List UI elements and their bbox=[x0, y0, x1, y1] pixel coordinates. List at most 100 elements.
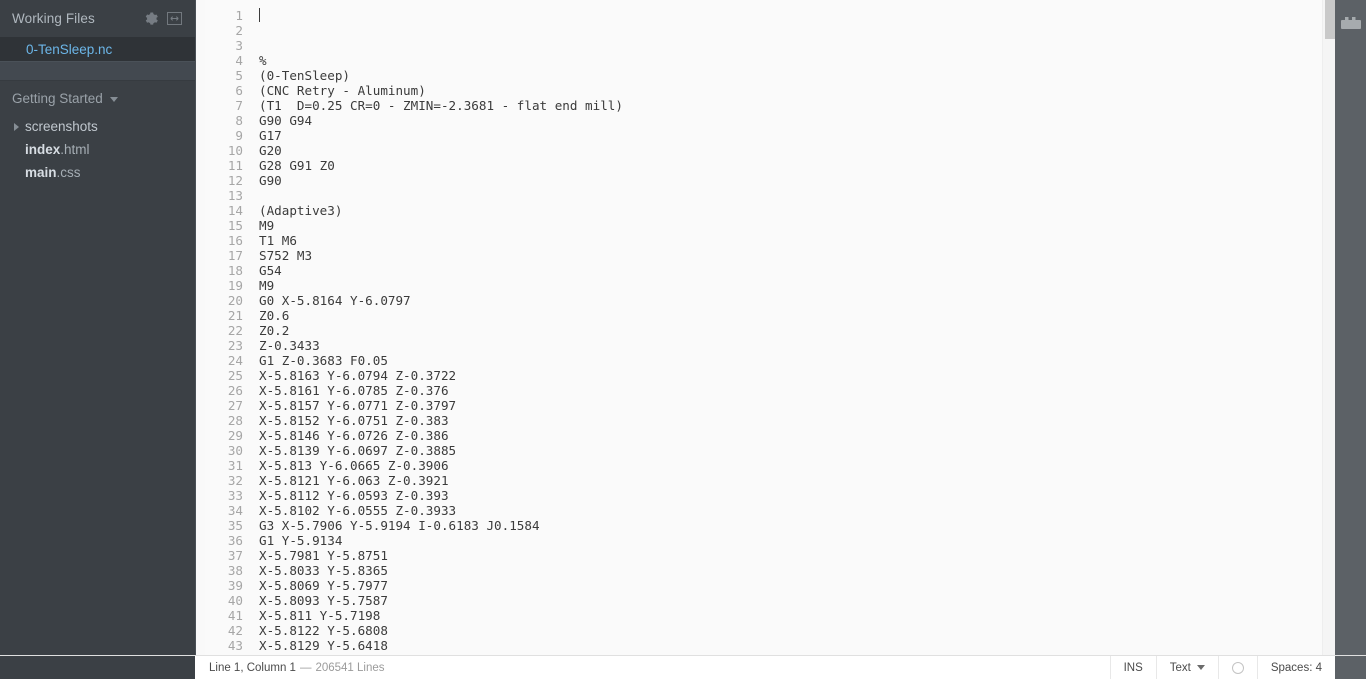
line-number: 11 bbox=[227, 158, 243, 173]
line-number: 27 bbox=[227, 398, 243, 413]
atom-editor-window: Working Files 0-TenSleep.nc Getting Star… bbox=[0, 0, 1366, 679]
code-line[interactable]: Z-0.3433 bbox=[259, 338, 1335, 353]
line-number: 6 bbox=[235, 83, 243, 98]
code-line[interactable]: G54 bbox=[259, 263, 1335, 278]
code-line[interactable]: X-5.8069 Y-5.7977 bbox=[259, 578, 1335, 593]
line-number: 2 bbox=[235, 23, 243, 38]
code-line[interactable]: G17 bbox=[259, 128, 1335, 143]
tree-item-directory-screenshots[interactable]: screenshots bbox=[0, 115, 195, 138]
code-line[interactable]: G1 Z-0.3683 F0.05 bbox=[259, 353, 1335, 368]
code-line[interactable]: G28 G91 Z0 bbox=[259, 158, 1335, 173]
code-line[interactable]: Z0.6 bbox=[259, 308, 1335, 323]
code-line[interactable]: Z0.2 bbox=[259, 323, 1335, 338]
code-line[interactable]: X-5.8093 Y-5.7587 bbox=[259, 593, 1335, 608]
code-content[interactable]: % (0-TenSleep) (CNC Retry - Aluminum) (T1 D… bbox=[253, 0, 1335, 655]
editor-scroll-area[interactable]: 1 2 3 4 5 6 7 8 9 10 11 12 13 14 15 16 17 18 19 20 21 22 23 24 2… bbox=[205, 0, 1335, 655]
tree-item-file-index-html[interactable]: index .html bbox=[0, 138, 195, 161]
line-number: 42 bbox=[227, 623, 243, 638]
line-number: 8 bbox=[235, 113, 243, 128]
line-number: 15 bbox=[227, 218, 243, 233]
line-number: 30 bbox=[227, 443, 243, 458]
code-line[interactable]: X-5.8112 Y-6.0593 Z-0.393 bbox=[259, 488, 1335, 503]
github-status-toggle[interactable] bbox=[1217, 656, 1257, 679]
main-body: Working Files 0-TenSleep.nc Getting Star… bbox=[0, 0, 1366, 655]
code-line[interactable]: G0 X-5.8164 Y-6.0797 bbox=[259, 293, 1335, 308]
line-number: 20 bbox=[227, 293, 243, 308]
code-line[interactable]: (T1 D=0.25 CR=0 - ZMIN=-2.3681 - flat en… bbox=[259, 98, 1335, 113]
status-separator: — bbox=[299, 661, 312, 674]
status-bar-left: Line 1, Column 1 — 206541 Lines bbox=[195, 656, 1110, 679]
code-line[interactable] bbox=[259, 188, 1335, 203]
editor-vertical-scrollbar[interactable] bbox=[1322, 0, 1335, 655]
code-line[interactable]: M9 bbox=[259, 278, 1335, 293]
working-file-item[interactable]: 0-TenSleep.nc bbox=[0, 37, 195, 61]
code-line[interactable]: G90 G94 bbox=[259, 113, 1335, 128]
grammar-selector[interactable]: Text bbox=[1155, 656, 1218, 679]
chevron-right-icon bbox=[14, 122, 19, 131]
status-bar-dock-pad bbox=[1335, 656, 1366, 679]
code-line[interactable]: X-5.8129 Y-5.6418 bbox=[259, 638, 1335, 653]
project-root-header[interactable]: Getting Started bbox=[0, 81, 195, 111]
chevron-down-icon bbox=[1196, 665, 1205, 670]
code-line[interactable]: % bbox=[259, 53, 1335, 68]
chevron-down-icon bbox=[109, 96, 118, 102]
insert-mode-status[interactable]: INS bbox=[1109, 656, 1156, 679]
line-number: 16 bbox=[227, 233, 243, 248]
scrollbar-thumb[interactable] bbox=[1325, 0, 1335, 39]
line-number: 35 bbox=[227, 518, 243, 533]
tree-item-file-main-css[interactable]: main .css bbox=[0, 161, 195, 184]
panel-toggle-icon[interactable] bbox=[1340, 13, 1362, 30]
code-line[interactable]: X-5.8139 Y-6.0697 Z-0.3885 bbox=[259, 443, 1335, 458]
code-line[interactable]: G90 bbox=[259, 173, 1335, 188]
code-line[interactable]: X-5.7981 Y-5.8751 bbox=[259, 548, 1335, 563]
line-number: 33 bbox=[227, 488, 243, 503]
code-line[interactable]: (CNC Retry - Aluminum) bbox=[259, 83, 1335, 98]
code-line[interactable]: X-5.811 Y-5.7198 bbox=[259, 608, 1335, 623]
working-file-label: 0-TenSleep.nc bbox=[26, 41, 113, 57]
code-line[interactable]: X-5.813 Y-6.0665 Z-0.3906 bbox=[259, 458, 1335, 473]
code-line[interactable]: X-5.8152 Y-6.0751 Z-0.383 bbox=[259, 413, 1335, 428]
working-files-list: 0-TenSleep.nc bbox=[0, 37, 195, 61]
text-cursor bbox=[259, 8, 260, 22]
code-line[interactable]: X-5.8121 Y-6.063 Z-0.3921 bbox=[259, 473, 1335, 488]
right-dock bbox=[1335, 0, 1366, 655]
insert-mode-label: INS bbox=[1123, 661, 1143, 674]
code-line[interactable]: (Adaptive3) bbox=[259, 203, 1335, 218]
line-number: 25 bbox=[227, 368, 243, 383]
indentation-status[interactable]: Spaces: 4 bbox=[1256, 656, 1335, 679]
split-horizontal-icon[interactable] bbox=[163, 8, 185, 30]
editor-pane[interactable]: 1 2 3 4 5 6 7 8 9 10 11 12 13 14 15 16 17 18 19 20 21 22 23 24 2… bbox=[195, 0, 1335, 655]
code-line[interactable]: X-5.8135 Y-5.6028 bbox=[259, 653, 1335, 655]
code-line[interactable]: (0-TenSleep) bbox=[259, 68, 1335, 83]
sidebar-divider bbox=[0, 61, 195, 81]
circle-icon bbox=[1231, 661, 1244, 674]
line-number: 40 bbox=[227, 593, 243, 608]
line-number: 21 bbox=[227, 308, 243, 323]
code-line[interactable]: X-5.8102 Y-6.0555 Z-0.3933 bbox=[259, 503, 1335, 518]
code-line[interactable]: G3 X-5.7906 Y-5.9194 I-0.6183 J0.1584 bbox=[259, 518, 1335, 533]
directory-label: screenshots bbox=[25, 119, 98, 134]
code-line[interactable]: M9 bbox=[259, 218, 1335, 233]
cursor-position-status[interactable]: Line 1, Column 1 bbox=[209, 662, 296, 674]
editor-left-edge bbox=[195, 0, 205, 655]
code-line[interactable]: X-5.8033 Y-5.8365 bbox=[259, 563, 1335, 578]
line-number-gutter: 1 2 3 4 5 6 7 8 9 10 11 12 13 14 15 16 17 18 19 20 21 22 23 24 2… bbox=[205, 0, 253, 655]
code-line[interactable]: X-5.8146 Y-6.0726 Z-0.386 bbox=[259, 428, 1335, 443]
code-line[interactable]: G1 Y-5.9134 bbox=[259, 533, 1335, 548]
line-number: 13 bbox=[227, 188, 243, 203]
code-line[interactable]: T1 M6 bbox=[259, 233, 1335, 248]
code-line[interactable]: G20 bbox=[259, 143, 1335, 158]
line-number: 14 bbox=[227, 203, 243, 218]
code-line[interactable]: X-5.8157 Y-6.0771 Z-0.3797 bbox=[259, 398, 1335, 413]
gear-icon[interactable] bbox=[141, 8, 163, 30]
line-count-status: 206541 Lines bbox=[315, 661, 385, 674]
code-line[interactable]: X-5.8122 Y-5.6808 bbox=[259, 623, 1335, 638]
line-number: 19 bbox=[227, 278, 243, 293]
line-number: 36 bbox=[227, 533, 243, 548]
line-number: 1 bbox=[235, 8, 243, 23]
code-line[interactable]: X-5.8161 Y-6.0785 Z-0.376 bbox=[259, 383, 1335, 398]
line-number: 12 bbox=[227, 173, 243, 188]
code-line[interactable]: S752 M3 bbox=[259, 248, 1335, 263]
status-bar-sidebar-pad bbox=[0, 656, 195, 679]
code-line[interactable]: X-5.8163 Y-6.0794 Z-0.3722 bbox=[259, 368, 1335, 383]
